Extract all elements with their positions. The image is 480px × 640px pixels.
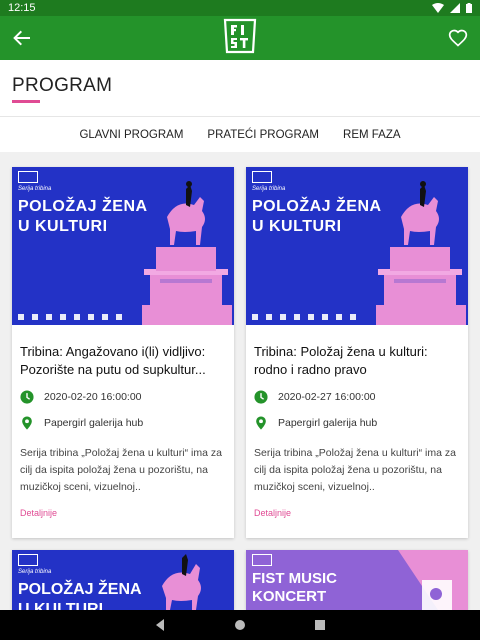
details-link[interactable]: Detaljnije xyxy=(20,508,226,518)
poster-brand-mark xyxy=(18,171,38,183)
signal-icon xyxy=(450,3,460,13)
status-icons xyxy=(432,3,472,13)
recents-square-icon[interactable] xyxy=(314,619,326,631)
event-description: Serija tribina „Položaj žena u kulturi“ … xyxy=(254,447,456,493)
poster-sponsor-logos xyxy=(18,314,128,320)
page-header: PROGRAM xyxy=(0,60,480,116)
event-poster: Serija tribina POLOŽAJ ŽENA U KULTURI xyxy=(12,167,234,325)
event-description: Serija tribina „Položaj žena u kulturi“ … xyxy=(20,447,222,493)
status-bar: 12:15 xyxy=(0,0,480,16)
event-datetime: 2020-02-20 16:00:00 xyxy=(44,391,142,403)
event-card[interactable]: FIST MUSIC KONCERT xyxy=(246,550,468,610)
details-link[interactable]: Detaljnije xyxy=(254,508,460,518)
title-underline xyxy=(12,100,40,103)
tab-rem-faza[interactable]: REM FAZA xyxy=(343,129,401,141)
event-datetime-row: 2020-02-27 16:00:00 xyxy=(254,389,460,405)
clock-icon xyxy=(20,390,34,404)
event-poster: Serija tribina POLOŽAJ ŽENA U KULTURI xyxy=(12,550,234,610)
poster-sponsor-logos xyxy=(252,314,362,320)
poster-title: POLOŽAJ ŽENA U KULTURI xyxy=(18,581,142,610)
concert-illustration xyxy=(398,550,468,610)
event-card[interactable]: Serija tribina POLOŽAJ ŽENA U KULTURI xyxy=(12,550,234,610)
battery-icon xyxy=(466,3,472,13)
app-bar xyxy=(0,16,480,60)
program-tabs: GLAVNI PROGRAM PRATEĆI PROGRAM REM FAZA xyxy=(0,116,480,152)
poster-title: FIST MUSIC KONCERT xyxy=(252,570,337,605)
poster-brand-mark xyxy=(252,554,272,566)
event-venue-row: Papergirl galerija hub xyxy=(20,415,226,431)
back-button[interactable] xyxy=(10,26,34,50)
poster-brand-mark xyxy=(18,554,38,566)
event-poster: FIST MUSIC KONCERT xyxy=(246,550,468,610)
back-triangle-icon[interactable] xyxy=(154,619,166,631)
tab-prateci-program[interactable]: PRATEĆI PROGRAM xyxy=(207,129,319,141)
monument-illustration xyxy=(162,554,201,610)
wifi-icon xyxy=(432,3,444,13)
poster-series-text: Serija tribina xyxy=(18,186,52,192)
clock-icon xyxy=(254,390,268,404)
heart-outline-icon xyxy=(448,29,468,47)
fist-logo xyxy=(223,18,257,54)
poster-brand-mark xyxy=(252,171,272,183)
event-title: Tribina: Angažovano i(li) vidljivo: Pozo… xyxy=(20,344,206,377)
event-datetime: 2020-02-27 16:00:00 xyxy=(278,391,376,403)
status-time: 12:15 xyxy=(8,2,36,14)
event-venue: Papergirl galerija hub xyxy=(44,417,144,429)
page-title: PROGRAM xyxy=(12,75,113,96)
arrow-left-icon xyxy=(13,30,30,46)
monument-illustration xyxy=(142,181,232,325)
location-pin-icon xyxy=(22,416,32,430)
poster-series-text: Serija tribina xyxy=(252,186,286,192)
event-poster: Serija tribina POLOŽAJ ŽENA U KULTURI xyxy=(246,167,468,325)
event-datetime-row: 2020-02-20 16:00:00 xyxy=(20,389,226,405)
tab-glavni-program[interactable]: GLAVNI PROGRAM xyxy=(79,129,183,141)
event-card[interactable]: Serija tribina POLOŽAJ ŽENA U KULTURI Tr… xyxy=(12,167,234,538)
poster-series-text: Serija tribina xyxy=(18,569,52,575)
monument-illustration xyxy=(376,181,466,325)
home-circle-icon[interactable] xyxy=(234,619,246,631)
event-venue-row: Papergirl galerija hub xyxy=(254,415,460,431)
event-title: Tribina: Položaj žena u kulturi: rodno i… xyxy=(254,344,428,377)
event-card[interactable]: Serija tribina POLOŽAJ ŽENA U KULTURI Tr… xyxy=(246,167,468,538)
system-nav-bar xyxy=(0,610,480,640)
favorite-button[interactable] xyxy=(446,26,470,50)
location-pin-icon xyxy=(256,416,266,430)
event-venue: Papergirl galerija hub xyxy=(278,417,378,429)
